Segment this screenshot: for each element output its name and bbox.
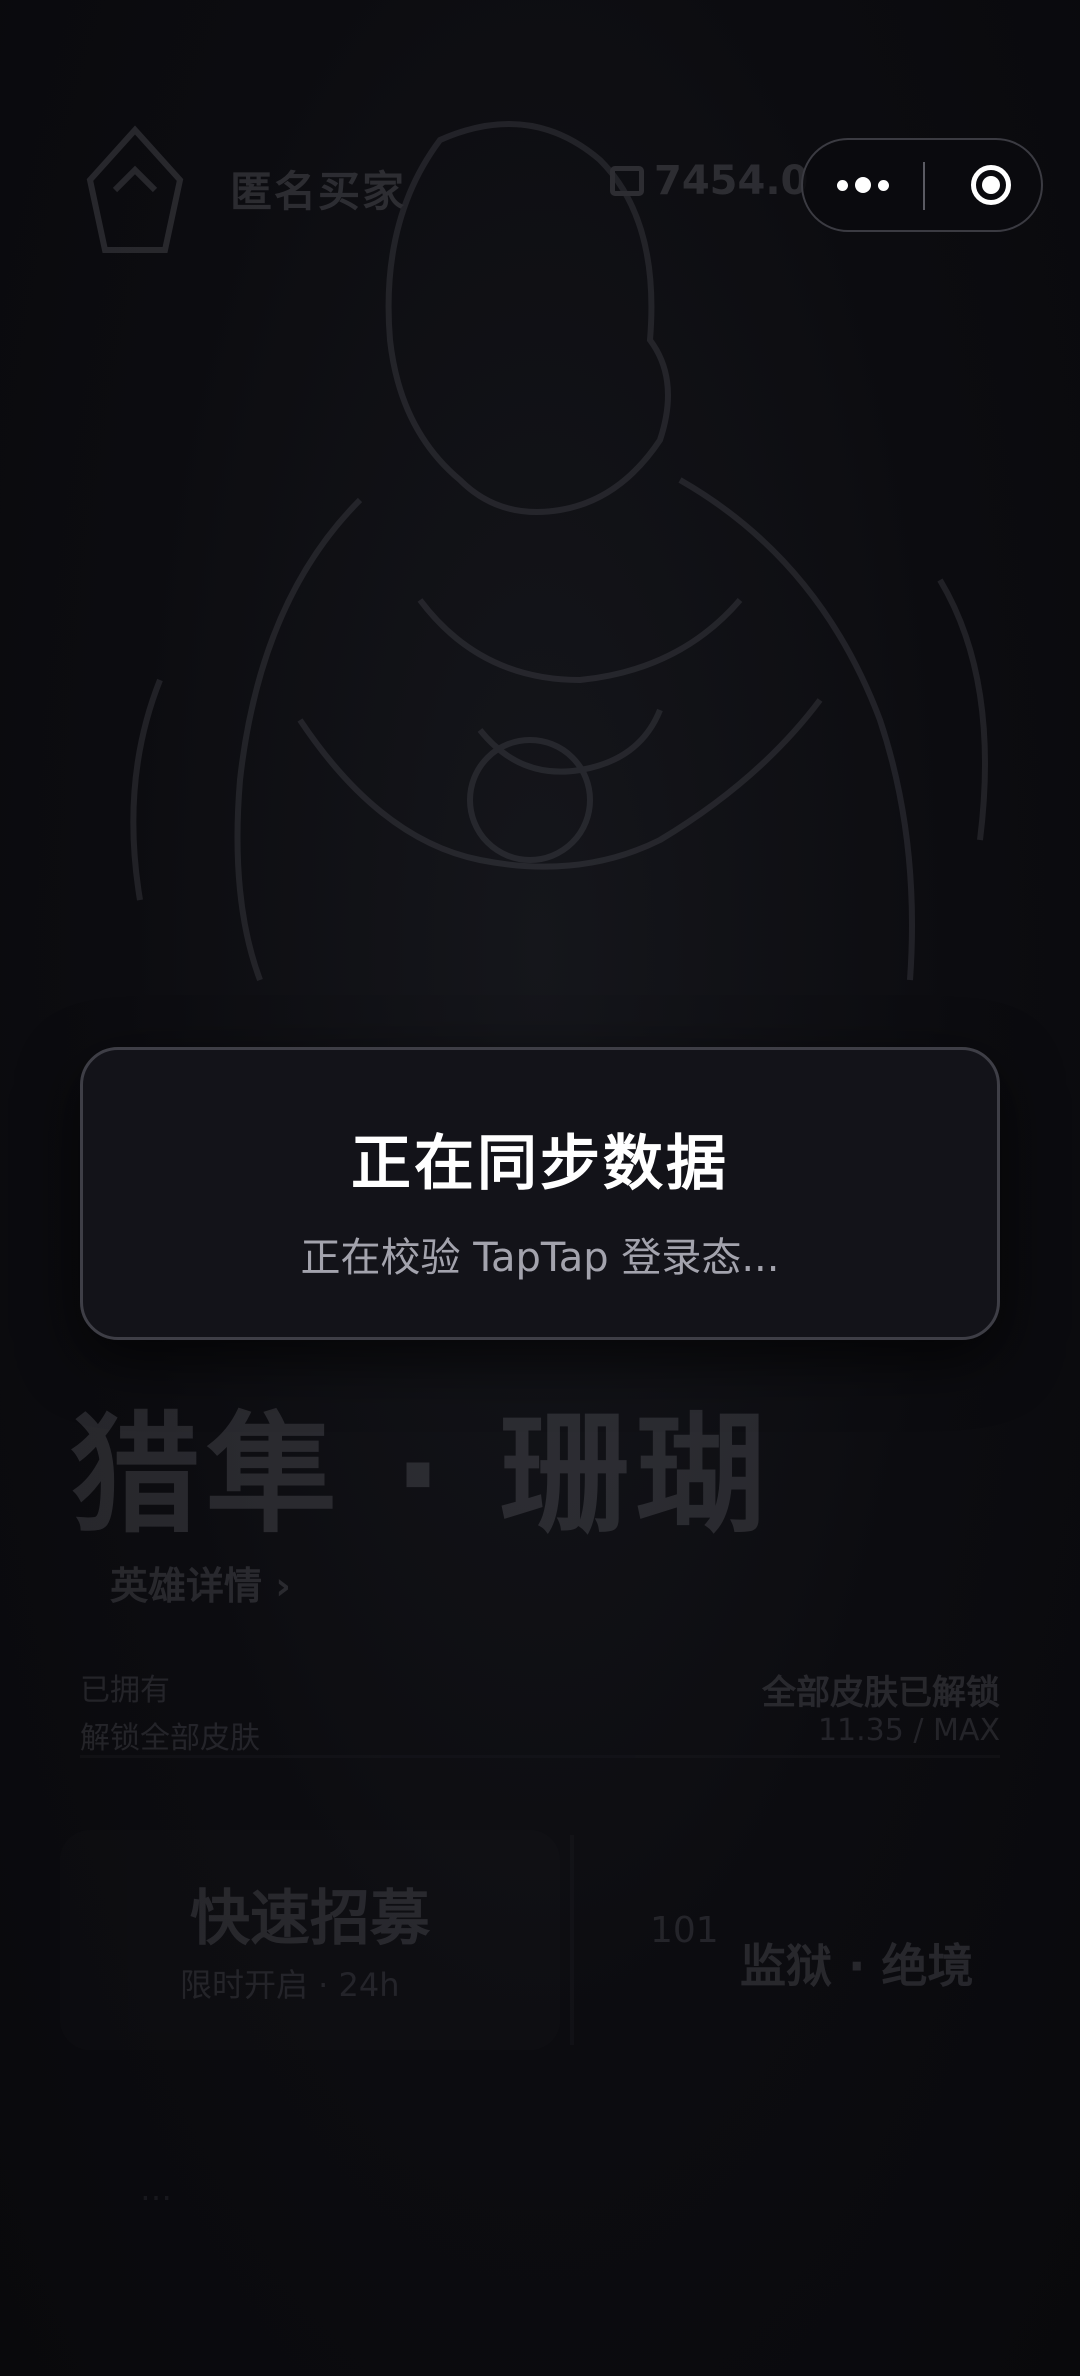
sync-data-dialog: 正在同步数据 正在校验 TapTap 登录态... — [80, 1047, 1000, 1340]
more-dots-icon-right — [878, 179, 889, 191]
info-right-line2: 11.35 / MAX — [817, 1713, 1000, 1748]
quick-recruit-card[interactable]: 快速招募 限时开启 · 24h — [60, 1830, 560, 2050]
close-circle-icon-dot — [981, 176, 1000, 194]
hero-title: 猎隼 · 珊瑚 — [70, 1399, 772, 1551]
bottom-text: … — [140, 2170, 172, 2208]
info-left-line1: 已拥有 — [80, 1673, 170, 1708]
hero-details-link[interactable]: 英雄详情 › — [110, 1555, 291, 1610]
avatar[interactable] — [70, 120, 200, 260]
quick-recruit-subtitle: 限时开启 · 24h — [180, 1966, 400, 2004]
dialog-title: 正在同步数据 — [351, 1129, 729, 1199]
capsule-separator — [923, 162, 925, 210]
app-screen: 匿名买家 7454.0 猎隼 · 珊瑚 英雄详情 › 已拥有 解锁全部皮肤 全部… — [0, 0, 1080, 2376]
more-button[interactable] — [803, 140, 923, 230]
info-left-line2: 解锁全部皮肤 — [80, 1721, 260, 1756]
profile-header: 匿名买家 7454.0 — [70, 120, 830, 260]
more-dots-icon — [837, 179, 848, 191]
nickname-label: 匿名买家 — [230, 167, 407, 216]
mode-card-title[interactable]: 监狱 · 绝境 — [740, 1930, 974, 1996]
hero-info-row: 已拥有 解锁全部皮肤 全部皮肤已解锁 11.35 / MAX — [80, 1665, 1000, 1758]
mini-program-capsule — [801, 138, 1043, 232]
wallet-icon — [610, 166, 644, 196]
quick-recruit-title: 快速招募 — [190, 1884, 430, 1954]
close-button[interactable] — [938, 140, 1043, 230]
dialog-message: 正在校验 TapTap 登录态... — [300, 1235, 780, 1281]
close-circle-icon — [970, 165, 1011, 205]
info-right-line1: 全部皮肤已解锁 — [762, 1673, 1000, 1713]
balance-display[interactable]: 7454.0 — [610, 158, 808, 204]
balance-value: 7454.0 — [654, 158, 809, 204]
mode-card-label: 101 — [650, 1910, 719, 1951]
card-divider — [570, 1835, 574, 2045]
more-dots-icon-center — [855, 177, 871, 193]
